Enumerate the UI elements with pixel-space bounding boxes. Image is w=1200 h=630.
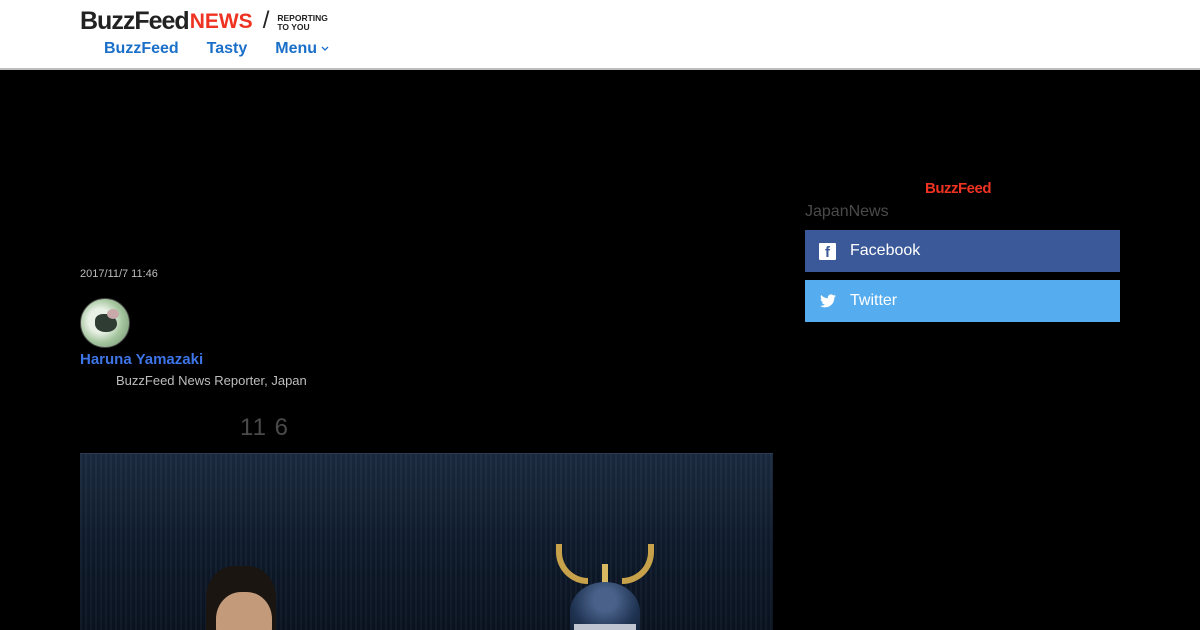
chevron-down-icon <box>321 44 329 55</box>
author-title: BuzzFeed News Reporter, Japan <box>116 373 307 388</box>
logo-tagline: REPORTING TO YOU <box>277 14 328 34</box>
helmet-band <box>574 624 636 630</box>
nav-menu-label: Menu <box>275 40 318 57</box>
samurai-helmet-image <box>550 538 660 630</box>
helmet-horn-left <box>556 544 588 584</box>
logo-slash: / <box>262 7 270 34</box>
tagline-line-2: TO YOU <box>277 22 310 32</box>
twitter-icon <box>819 293 836 310</box>
nav-link-tasty[interactable]: Tasty <box>207 40 248 58</box>
avatar-figure-detail <box>107 309 119 319</box>
hero-curtain-background <box>80 454 773 630</box>
share-count: 11 6 <box>240 414 289 441</box>
article-hero-image <box>80 453 773 630</box>
helmet-horn-right <box>622 544 654 584</box>
article-timestamp: 2017/11/7 11:46 <box>80 268 158 280</box>
author-name-link[interactable]: Haruna Yamazaki <box>80 351 203 368</box>
facebook-share-label: Facebook <box>850 242 921 259</box>
sidebar-japannews-label: JapanNews <box>805 203 889 220</box>
buzzfeed-news-logo[interactable]: BuzzFeed NEWS / REPORTING TO YOU <box>80 7 328 35</box>
helmet-dome <box>570 582 640 630</box>
sidebar-buzzfeed-logo[interactable]: BuzzFeed <box>925 180 992 197</box>
main-nav: BuzzFeed Tasty Menu <box>104 40 329 58</box>
twitter-share-label: Twitter <box>850 292 898 309</box>
site-header: BuzzFeed NEWS / REPORTING TO YOU BuzzFee… <box>0 0 1200 70</box>
nav-link-buzzfeed[interactable]: BuzzFeed <box>104 40 179 58</box>
nav-menu-button[interactable]: Menu <box>275 40 329 58</box>
logo-buzzfeed-text: BuzzFeed <box>80 7 190 35</box>
logo-news-text: NEWS <box>189 10 253 33</box>
facebook-share-button[interactable]: f Facebook <box>805 230 1120 272</box>
twitter-share-button[interactable]: Twitter <box>805 280 1120 322</box>
facebook-icon: f <box>819 242 836 261</box>
author-avatar[interactable] <box>80 298 130 348</box>
